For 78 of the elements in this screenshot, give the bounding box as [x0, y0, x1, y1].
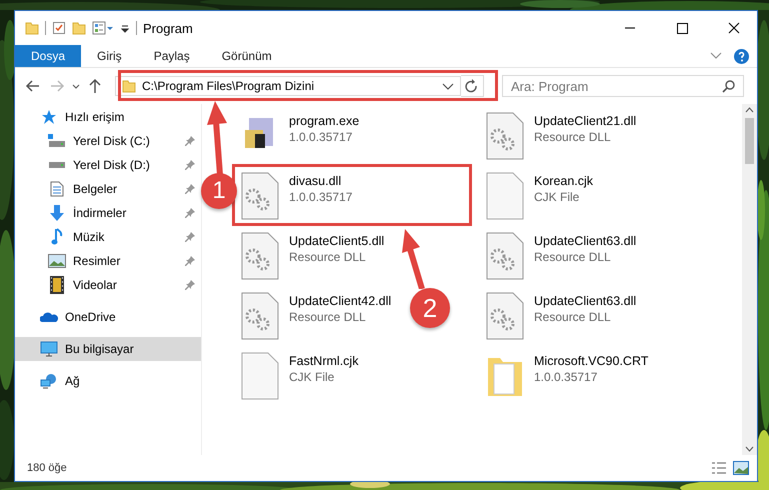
pin-icon[interactable]	[185, 232, 195, 242]
large-icons-view-icon[interactable]	[733, 461, 749, 475]
drive-icon	[48, 134, 66, 148]
file-icon	[241, 352, 279, 400]
file-detail: Resource DLL	[289, 250, 367, 264]
file-name: UpdateClient21.dll	[534, 114, 636, 128]
file-name: UpdateClient63.dll	[534, 294, 636, 308]
window-title: Program	[143, 20, 193, 36]
dropdown-icon[interactable]	[442, 81, 454, 91]
pin-icon[interactable]	[185, 280, 195, 290]
file-detail: Resource DLL	[534, 250, 612, 264]
file-name: program.exe	[289, 114, 360, 128]
download-icon	[49, 204, 65, 222]
cloud-icon	[40, 311, 58, 323]
file-detail: Resource DLL	[289, 310, 367, 324]
nav-item[interactable]: Ağ	[15, 369, 201, 393]
pin-icon[interactable]	[185, 256, 195, 266]
ribbon-tab[interactable]: Görünüm	[206, 45, 288, 67]
file-name: FastNrml.cjk	[289, 354, 358, 368]
nav-item[interactable]: Müzik	[15, 225, 201, 249]
pin-icon[interactable]	[185, 136, 195, 146]
file-name: Microsoft.VC90.CRT	[534, 354, 648, 368]
expand-ribbon-icon[interactable]	[710, 52, 722, 60]
file-detail: 1.0.0.35717	[534, 370, 598, 384]
network-icon	[40, 373, 58, 389]
settings-file-icon	[486, 232, 524, 280]
scrollbar[interactable]	[742, 104, 757, 455]
settings-file-icon	[486, 112, 524, 160]
address-bar[interactable]: C:\Program Files\Program Dizini	[115, 76, 461, 96]
help-icon[interactable]	[734, 48, 749, 64]
refresh-button[interactable]	[461, 75, 484, 97]
picture-icon	[48, 254, 66, 268]
ribbon-tab[interactable]: Dosya	[15, 45, 82, 67]
nav-item[interactable]: Hızlı erişim	[15, 105, 201, 129]
nav-item[interactable]: Yerel Disk (C:)	[15, 129, 201, 153]
search-icon[interactable]	[722, 79, 736, 93]
address-path: C:\Program Files\Program Dizini	[142, 79, 314, 93]
pin-icon[interactable]	[185, 160, 195, 170]
nav-item[interactable]: OneDrive	[15, 305, 201, 329]
nav-item[interactable]: Resimler	[15, 249, 201, 273]
file-name: Korean.cjk	[534, 174, 594, 188]
nav-item[interactable]: İndirmeler	[15, 201, 201, 225]
settings-file-icon	[241, 172, 279, 220]
file-detail: Resource DLL	[534, 130, 612, 144]
file-name: UpdateClient42.dll	[289, 294, 392, 308]
file-name: UpdateClient5.dll	[289, 234, 384, 248]
pin-icon[interactable]	[185, 208, 195, 218]
computer-icon	[40, 341, 58, 357]
ribbon-tab[interactable]: Giriş	[81, 45, 138, 67]
nav-item[interactable]: Yerel Disk (D:)	[15, 153, 201, 177]
nav-item[interactable]: Belgeler	[15, 177, 201, 201]
file-detail: CJK File	[534, 190, 580, 204]
scroll-thumb[interactable]	[745, 118, 754, 164]
file-detail: 1.0.0.35717	[289, 130, 354, 144]
nav-item[interactable]: Bu bilgisayar	[15, 337, 201, 361]
file-detail: 1.0.0.35717	[289, 190, 352, 204]
ribbon-tab[interactable]: Paylaş	[138, 45, 206, 67]
pin-icon[interactable]	[185, 184, 195, 194]
checklist-icon[interactable]	[52, 21, 66, 35]
file-detail: CJK File	[289, 370, 336, 384]
star-icon	[41, 109, 57, 125]
settings-file-icon	[241, 292, 279, 340]
drive-icon	[49, 162, 65, 168]
file-detail: Resource DLL	[534, 310, 612, 324]
file-name: divasu.dll	[289, 174, 342, 188]
music-note-icon	[51, 228, 63, 246]
file-name: UpdateClient63.dll	[534, 234, 636, 248]
properties-icon[interactable]	[92, 21, 114, 35]
document-icon	[50, 181, 64, 197]
settings-file-icon	[486, 292, 524, 340]
item-count: 180 öğe	[27, 462, 67, 474]
folder-icon	[122, 79, 136, 93]
details-view-icon[interactable]	[711, 461, 727, 475]
settings-file-icon	[241, 232, 279, 280]
nav-item[interactable]: Videolar	[15, 273, 201, 297]
file-icon	[486, 172, 524, 220]
search-field[interactable]: Ara: Program	[502, 75, 744, 97]
film-icon	[50, 276, 64, 294]
